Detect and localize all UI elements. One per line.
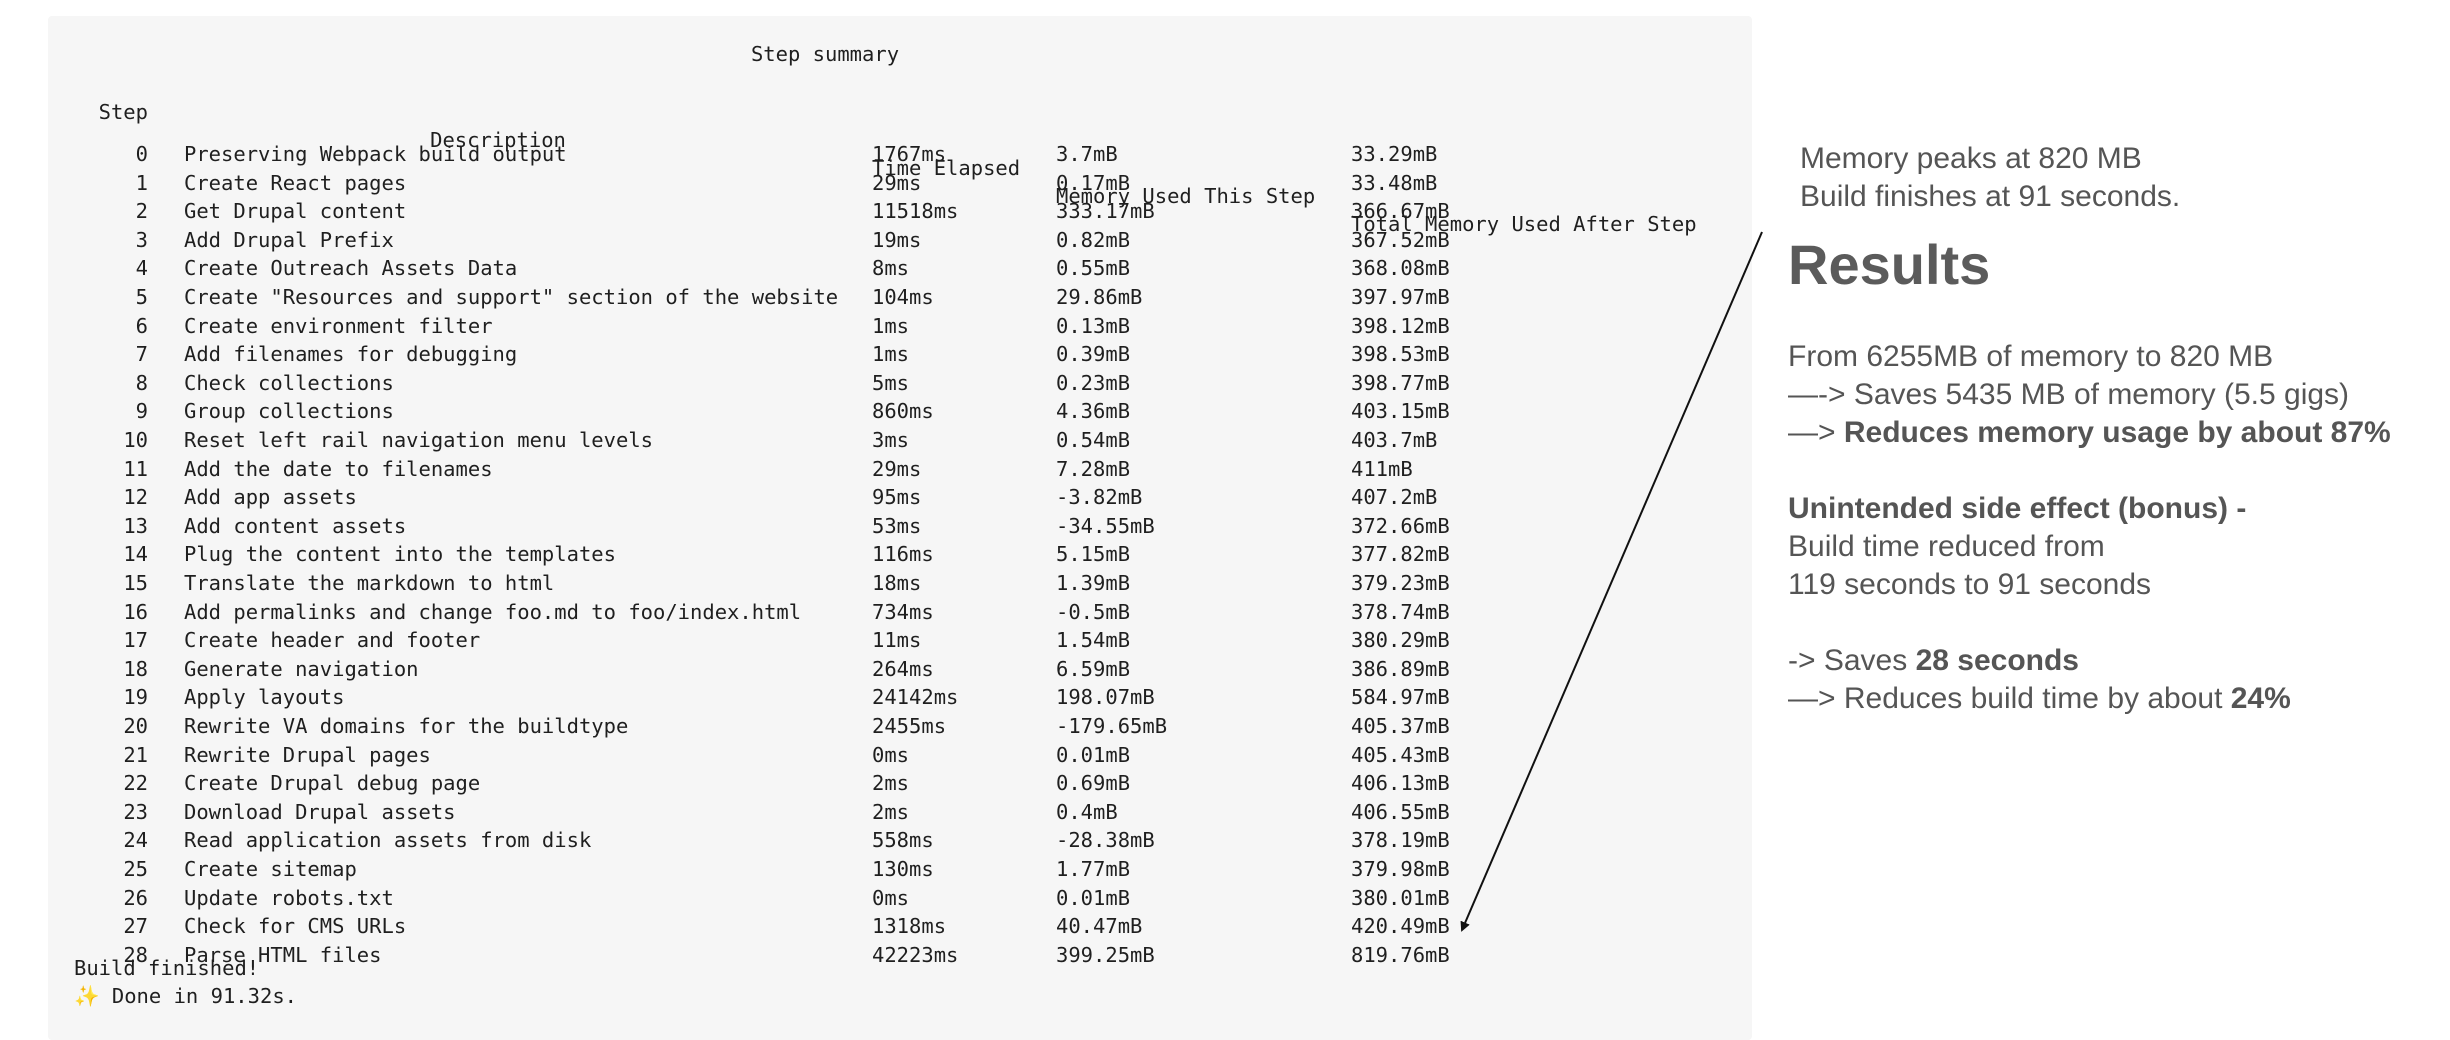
arrow-line [1460,231,1763,932]
annotation-arrow [1460,231,1763,932]
